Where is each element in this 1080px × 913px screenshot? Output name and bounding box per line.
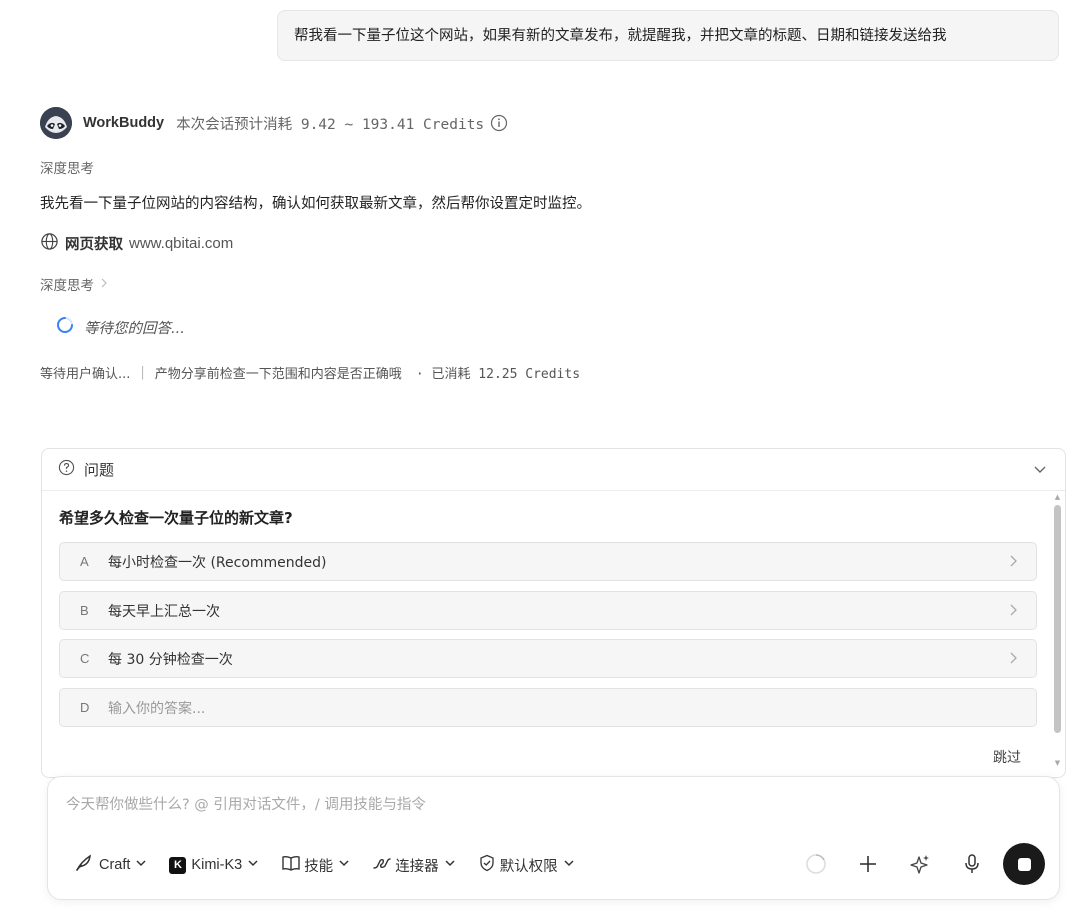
agent-name: WorkBuddy — [83, 115, 165, 131]
web-fetch-url[interactable]: www.qbitai.com — [129, 235, 233, 252]
skip-button[interactable]: 跳过 — [993, 747, 1021, 767]
book-icon — [281, 854, 301, 876]
status-hint: 产物分享前检查一下范围和内容是否正确哦 — [154, 367, 402, 382]
microphone-icon[interactable] — [959, 851, 985, 877]
assistant-reply: 我先看一下量子位网站的内容结构，确认如何获取最新文章，然后帮你设置定时监控。 — [40, 196, 591, 212]
deep-thinking-toggle[interactable]: 深度思考 — [40, 274, 108, 294]
option-key: B — [80, 603, 89, 618]
scroll-down-arrow-icon[interactable]: ▼ — [1054, 759, 1061, 767]
mode-selector[interactable]: Craft — [74, 851, 147, 879]
question-help-icon — [58, 459, 75, 480]
raccoon-avatar-icon — [40, 107, 72, 139]
chevron-down-icon — [563, 857, 575, 873]
option-key: A — [80, 554, 89, 569]
option-key: C — [80, 651, 90, 666]
option-key: D — [80, 700, 90, 715]
stop-square-icon — [1017, 857, 1031, 871]
model-selector[interactable]: K Kimi-K3 — [169, 851, 259, 879]
permissions-selector[interactable]: 默认权限 — [478, 851, 575, 879]
question-panel-header[interactable]: 问题 — [42, 449, 1065, 491]
scroll-up-arrow-icon[interactable]: ▲ — [1054, 493, 1061, 501]
chevron-right-icon — [1008, 651, 1018, 669]
connectors-selector[interactable]: 连接器 — [372, 851, 456, 879]
waiting-text: 等待您的回答... — [84, 320, 185, 337]
waiting-indicator: 等待您的回答... — [56, 316, 185, 338]
assistant-header: WorkBuddy 本次会话预计消耗 9.42 ~ 193.41 Credits — [40, 107, 508, 139]
chevron-down-icon — [444, 857, 456, 873]
web-fetch-label: 网页获取 — [65, 237, 123, 253]
globe-icon — [40, 232, 59, 255]
add-plus-icon[interactable] — [855, 851, 881, 877]
deep-thinking-label-2: 深度思考 — [40, 278, 94, 294]
quill-icon — [74, 853, 94, 877]
credits-estimate: 本次会话预计消耗 9.42 ~ 193.41 Credits — [176, 116, 485, 133]
composer-actions — [777, 843, 1045, 885]
chevron-down-icon — [247, 857, 259, 873]
question-panel-title: 问题 — [84, 461, 115, 479]
spinner-icon — [56, 316, 74, 338]
credits-consumed: · 已消耗 12.25 Credits — [415, 367, 581, 382]
info-icon[interactable] — [490, 114, 508, 132]
chevron-down-icon — [135, 857, 147, 873]
skills-label: 技能 — [304, 858, 334, 875]
option-label: 每 30 分钟检查一次 — [108, 651, 233, 668]
scrollbar-thumb[interactable] — [1054, 505, 1061, 733]
option-c[interactable]: C 每 30 分钟检查一次 — [59, 639, 1037, 678]
mode-label: Craft — [99, 857, 131, 873]
option-label: 每小时检查一次 (Recommended) — [108, 554, 327, 571]
plug-connector-icon — [372, 854, 392, 876]
chevron-right-icon — [100, 277, 108, 291]
chevron-down-icon — [338, 857, 350, 873]
chevron-right-icon — [1008, 554, 1018, 572]
loading-ring-icon — [803, 851, 829, 877]
status-state: 等待用户确认... — [40, 367, 131, 382]
stop-generation-button[interactable] — [1003, 843, 1045, 885]
skills-selector[interactable]: 技能 — [281, 851, 350, 879]
status-line: 等待用户确认... | 产物分享前检查一下范围和内容是否正确哦 · 已消耗 12… — [40, 363, 580, 382]
option-label: 每天早上汇总一次 — [108, 603, 220, 620]
option-b[interactable]: B 每天早上汇总一次 — [59, 591, 1037, 630]
chat-input[interactable] — [64, 793, 968, 817]
option-a[interactable]: A 每小时检查一次 (Recommended) — [59, 542, 1037, 581]
permissions-label: 默认权限 — [499, 858, 558, 875]
web-fetch-step[interactable]: 网页获取 www.qbitai.com — [40, 232, 233, 255]
composer: Craft K Kimi-K3 技能 连接器 — [47, 776, 1060, 900]
kimi-logo-icon: K — [169, 856, 187, 874]
question-panel-scrollbar[interactable]: ▲ ▼ — [1054, 493, 1061, 773]
question-panel: 问题 希望多久检查一次量子位的新文章? A 每小时检查一次 (Recommend… — [41, 448, 1066, 778]
sparkle-enhance-icon[interactable] — [907, 851, 933, 877]
deep-thinking-label[interactable]: 深度思考 — [40, 157, 94, 177]
connectors-label: 连接器 — [395, 858, 439, 875]
shield-check-icon — [478, 854, 496, 876]
option-d-custom-answer[interactable]: D 输入你的答案... — [59, 688, 1037, 727]
custom-answer-input[interactable]: 输入你的答案... — [108, 698, 205, 718]
status-divider: | — [140, 365, 145, 380]
composer-toolbar: Craft K Kimi-K3 技能 连接器 默认权限 — [74, 851, 597, 879]
question-text: 希望多久检查一次量子位的新文章? — [59, 509, 293, 527]
user-message-bubble: 帮我看一下量子位这个网站，如果有新的文章发布，就提醒我，并把文章的标题、日期和链… — [277, 10, 1059, 61]
chevron-right-icon — [1008, 603, 1018, 621]
model-label: Kimi-K3 — [191, 857, 243, 873]
chevron-down-icon[interactable] — [1033, 461, 1047, 480]
